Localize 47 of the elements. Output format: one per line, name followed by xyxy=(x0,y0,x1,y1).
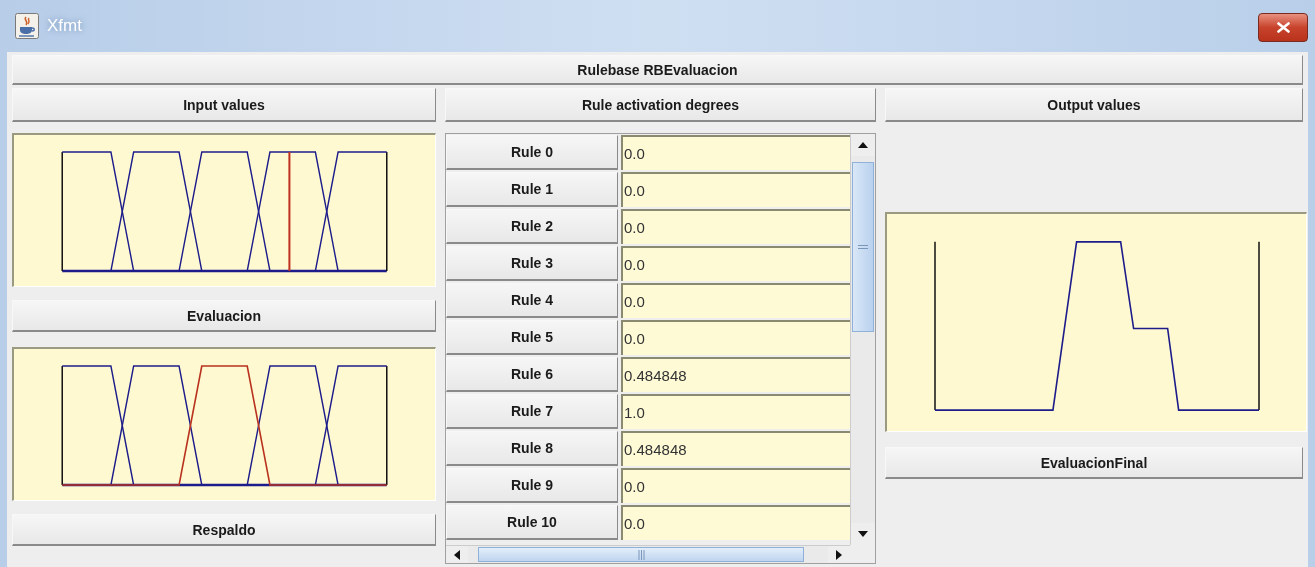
variable-button[interactable]: Respaldo xyxy=(12,514,436,546)
activation-field[interactable]: 0.484848 xyxy=(621,431,850,466)
rule-button[interactable]: Rule 5 xyxy=(446,320,618,355)
rule-button[interactable]: Rule 8 xyxy=(446,431,618,466)
grip-icon xyxy=(858,244,868,250)
rule-button[interactable]: Rule 3 xyxy=(446,246,618,281)
scroll-right-button[interactable] xyxy=(828,546,850,563)
activation-field[interactable]: 1.0 xyxy=(621,394,850,429)
right-arrow-icon xyxy=(836,549,842,560)
rule-button[interactable]: Rule 9 xyxy=(446,468,618,503)
activation-field[interactable]: 0.0 xyxy=(621,468,850,503)
rule-button[interactable]: Rule 6 xyxy=(446,357,618,392)
rulebase-button[interactable]: Rulebase RBEvaluacion xyxy=(12,55,1303,85)
up-arrow-icon xyxy=(858,142,868,148)
scroll-down-button[interactable] xyxy=(851,523,875,545)
variable-button[interactable]: Evaluacion xyxy=(12,300,436,332)
rule-button[interactable]: Rule 1 xyxy=(446,172,618,207)
close-button[interactable] xyxy=(1258,12,1308,42)
column-header[interactable]: Output values xyxy=(885,88,1303,122)
activation-field[interactable]: 0.0 xyxy=(621,172,850,207)
vertical-scrollbar[interactable] xyxy=(850,134,875,545)
close-icon xyxy=(1276,21,1290,33)
grip-icon xyxy=(637,549,645,560)
activation-field[interactable]: 0.484848 xyxy=(621,357,850,392)
variable-button[interactable]: EvaluacionFinal xyxy=(885,447,1303,479)
scroll-left-button[interactable] xyxy=(446,546,468,563)
rule-button[interactable]: Rule 2 xyxy=(446,209,618,244)
horizontal-scrollbar[interactable] xyxy=(446,545,850,563)
rule-button[interactable]: Rule 10 xyxy=(446,505,618,540)
column-header[interactable]: Input values xyxy=(12,88,436,122)
down-arrow-icon xyxy=(858,531,868,537)
activation-field[interactable]: 0.0 xyxy=(621,505,850,540)
rule-button[interactable]: Rule 0 xyxy=(446,135,618,170)
activation-field[interactable]: 0.0 xyxy=(621,246,850,281)
activation-field[interactable]: 0.0 xyxy=(621,283,850,318)
cup-icon xyxy=(15,13,39,39)
scroll-thumb[interactable] xyxy=(478,547,804,562)
scroll-up-button[interactable] xyxy=(851,134,875,156)
rule-button[interactable]: Rule 4 xyxy=(446,283,618,318)
left-arrow-icon xyxy=(454,549,460,560)
activation-field[interactable]: 0.0 xyxy=(621,209,850,244)
activation-field[interactable]: 0.0 xyxy=(621,320,850,355)
activation-field[interactable]: 0.0 xyxy=(621,135,850,170)
column-header[interactable]: Rule activation degrees xyxy=(445,88,876,122)
window-title: Xfmt xyxy=(47,16,83,36)
scroll-thumb[interactable] xyxy=(852,162,874,332)
rule-button[interactable]: Rule 7 xyxy=(446,394,618,429)
